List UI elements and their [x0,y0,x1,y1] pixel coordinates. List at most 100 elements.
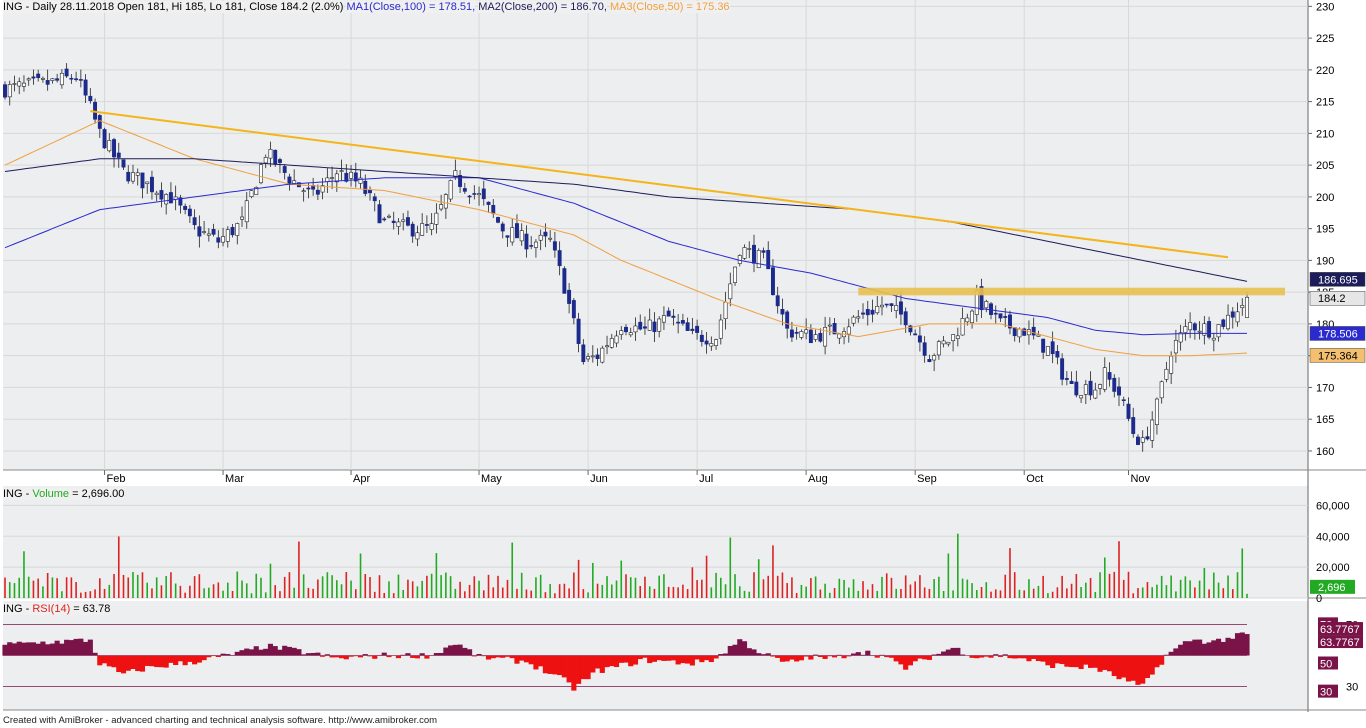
candle-body [69,77,74,80]
candle-body [1230,311,1235,318]
candle-body [548,237,553,240]
candle-body [1126,403,1131,419]
candle-body [605,345,609,348]
ma3-label: MA3(Close,50) = 175.36 [610,1,730,13]
candle-body [282,166,287,173]
volume-prefix: ING - [3,488,33,500]
candle-body [131,172,135,182]
rsi-badge: 50 [1320,659,1332,671]
candle-body [1235,311,1240,323]
candle-body [159,190,164,200]
month-label: Jul [699,473,713,485]
candle-body [126,171,131,182]
candle-body [1211,337,1216,341]
candle-body [306,187,311,190]
candle-body [1036,334,1041,337]
candle-body [387,215,391,218]
candle-body [102,129,107,149]
candle-body [723,301,728,320]
candle-body [680,320,685,324]
candle-body [685,322,690,331]
candle-body [955,335,960,339]
price-tick-label: 195 [1316,224,1334,236]
month-label: Sep [917,473,937,485]
candle-body [737,255,742,264]
candle-body [3,84,7,98]
candle-body [1112,377,1117,392]
candle-body [1093,389,1098,399]
candle-body [595,354,600,360]
volume-tick-label: 40,000 [1316,531,1350,543]
candle-body [17,81,22,87]
candle-body [268,149,273,159]
candle-body [533,241,538,248]
candle-body [206,233,211,236]
candle-body [168,192,173,204]
candle-body [728,283,733,300]
candle-body [875,305,880,314]
month-label: Apr [353,473,370,485]
candle-body [1079,395,1084,399]
candle-body [1145,436,1150,440]
candle-body [638,321,643,330]
candle-body [149,176,154,193]
candle-body [1131,417,1136,434]
candle-body [756,250,761,268]
price-tick-label: 230 [1316,1,1334,13]
candle-body [145,181,150,184]
ma200-badge: 186.695 [1318,274,1358,286]
candle-body [315,189,320,195]
candle-body [856,316,861,319]
candle-body [1207,321,1212,338]
candle-body [1117,386,1121,396]
rsi-header: ING - RSI(14) = 63.78 [3,603,111,615]
candle-body [552,241,557,251]
candle-body [699,334,704,342]
rsi-badge: 30 [1320,687,1332,699]
candle-body [571,300,576,319]
candle-body [415,232,420,240]
candle-body [363,180,368,194]
candle-body [301,190,306,192]
candle-body [529,245,534,247]
candle-body [401,219,406,222]
candle-body [1183,326,1188,333]
candle-body [140,172,145,189]
price-tick-label: 170 [1316,382,1334,394]
price-header: ING - Daily 28.11.2018 Open 181, Hi 185,… [3,1,730,13]
chart-canvas[interactable]: 2302252202152102052001951901851801751701… [0,0,1366,728]
candle-body [429,223,434,230]
candle-body [590,355,595,358]
candle-body [818,332,823,342]
candle-body [880,304,884,308]
candle-body [804,329,809,334]
candle-body [581,344,586,363]
candle-body [709,343,714,347]
price-tick-label: 210 [1316,128,1334,140]
candle-body [609,338,614,348]
candle-body [22,82,26,87]
candle-body [78,79,83,81]
candle-body [1188,322,1193,331]
candle-body [903,311,908,326]
candle-body [31,76,36,79]
candle-body [192,217,197,226]
candle-body [1159,381,1164,399]
candle-body [107,140,112,152]
rsi-badge: 63.7767 [1320,624,1360,636]
candle-body [562,268,567,294]
candle-body [808,329,813,344]
candle-body [368,189,372,194]
candle-body [1102,367,1107,390]
candle-body [55,78,60,81]
candle-body [827,324,832,327]
candle-body [121,159,126,168]
candle-body [263,157,268,164]
candle-body [439,204,444,210]
volume-value: = 2,696.00 [69,488,125,500]
month-label: Nov [1130,473,1150,485]
candle-body [775,295,780,307]
candle-body [519,230,524,242]
candle-body [1140,437,1145,443]
candle-body [486,201,491,205]
